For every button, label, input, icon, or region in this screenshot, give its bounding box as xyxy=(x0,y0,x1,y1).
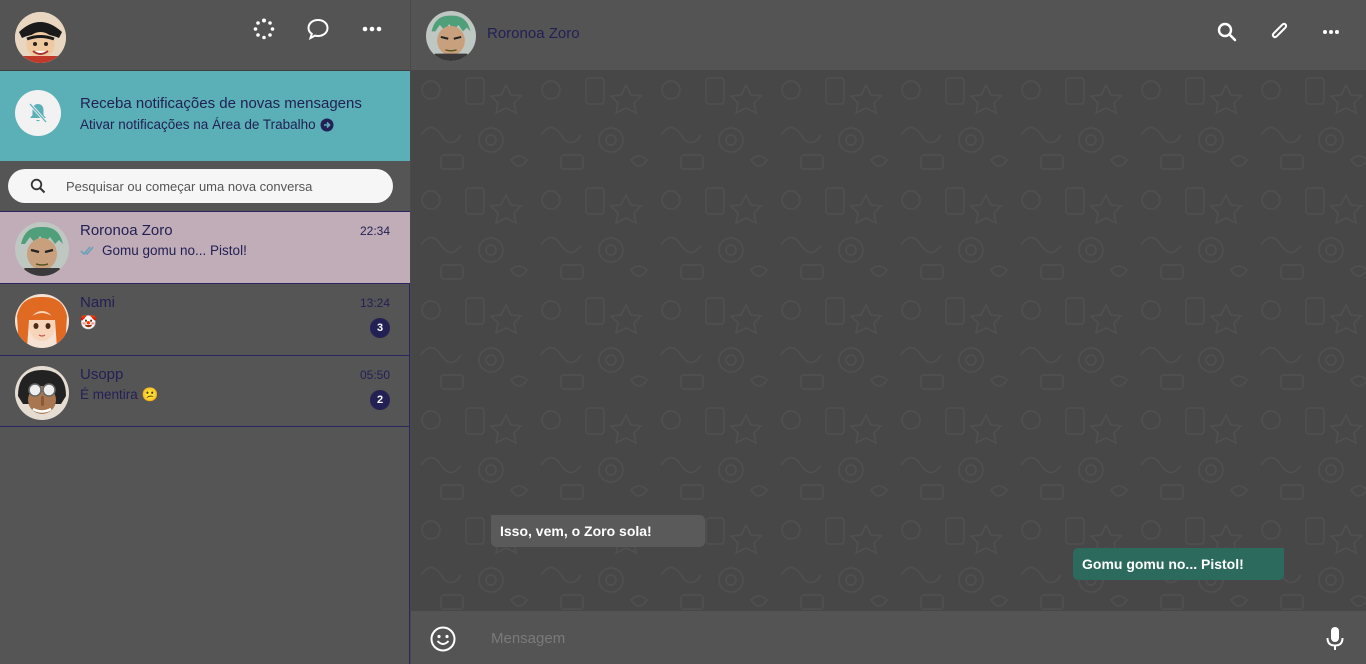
search-box[interactable] xyxy=(8,169,393,203)
chat-last-message: Gomu gomu no... Pistol! xyxy=(80,243,247,258)
mic-icon[interactable] xyxy=(1324,626,1346,652)
bell-off-icon xyxy=(15,90,61,136)
chat-last-message-text: Gomu gomu no... Pistol! xyxy=(102,243,247,258)
notification-link-label: Ativar notificações na Área de Trabalho xyxy=(80,117,316,132)
message-composer xyxy=(411,611,1366,664)
attach-icon[interactable] xyxy=(1264,17,1294,47)
search-input[interactable] xyxy=(66,169,376,203)
my-avatar[interactable] xyxy=(15,12,66,63)
arrow-right-circle-icon xyxy=(320,118,334,131)
incoming-message[interactable]: Isso, vem, o Zoro sola! xyxy=(491,515,705,547)
chat-name: Nami xyxy=(80,294,116,311)
search-icon[interactable] xyxy=(1212,17,1242,47)
chat-item-roronoa-zoro[interactable]: Roronoa Zoro 22:34 Gomu gomu no... Pisto… xyxy=(0,211,410,283)
chat-name: Usopp xyxy=(80,366,124,383)
chat-last-message: É mentira 😕 xyxy=(80,387,158,403)
conversation-header-actions xyxy=(1212,17,1346,47)
message-area[interactable]: Isso, vem, o Zoro sola! Gomu gomu no... … xyxy=(411,70,1366,611)
new-chat-icon[interactable] xyxy=(302,15,334,43)
outgoing-message[interactable]: Gomu gomu no... Pistol! xyxy=(1073,548,1284,580)
search-bar xyxy=(0,161,410,211)
chat-last-message-text: É mentira 😕 xyxy=(80,387,159,402)
chat-name: Roronoa Zoro xyxy=(80,222,173,239)
chat-last-message: 🤡 xyxy=(80,315,97,331)
avatar xyxy=(15,222,69,276)
whatsapp-app: Receba notificações de novas mensagens A… xyxy=(0,0,1366,664)
status-icon[interactable] xyxy=(248,15,280,43)
chat-time: 05:50 xyxy=(359,368,390,382)
contact-name[interactable]: Roronoa Zoro xyxy=(487,25,580,42)
avatar xyxy=(15,294,69,348)
menu-dots-icon[interactable] xyxy=(1316,17,1346,47)
chat-time: 13:24 xyxy=(359,296,390,310)
unread-badge: 3 xyxy=(370,318,390,338)
chat-time: 22:34 xyxy=(359,224,390,238)
chat-item-nami[interactable]: Nami 13:24 🤡 3 xyxy=(0,283,410,355)
notification-title: Receba notificações de novas mensagens xyxy=(80,95,362,112)
conversation-header: Roronoa Zoro xyxy=(411,0,1366,70)
unread-badge: 2 xyxy=(370,390,390,410)
message-input[interactable] xyxy=(481,619,1301,657)
sidebar: Receba notificações de novas mensagens A… xyxy=(0,0,410,664)
sidebar-header xyxy=(0,0,410,71)
avatar xyxy=(15,366,69,420)
enable-notifications-link[interactable]: Ativar notificações na Área de Trabalho xyxy=(80,117,334,132)
emoji-icon[interactable] xyxy=(429,625,457,653)
chat-list: Roronoa Zoro 22:34 Gomu gomu no... Pisto… xyxy=(0,211,410,427)
search-icon xyxy=(30,178,46,194)
menu-dots-icon[interactable] xyxy=(356,15,388,43)
conversation-panel: Roronoa Zoro Isso, vem, o Zoro sola! Gom… xyxy=(411,0,1366,664)
contact-avatar[interactable] xyxy=(426,11,476,61)
chat-last-message-text: 🤡 xyxy=(80,315,97,330)
notification-banner: Receba notificações de novas mensagens A… xyxy=(0,71,410,161)
sidebar-header-actions xyxy=(248,15,388,43)
double-check-icon xyxy=(80,246,94,256)
chat-item-usopp[interactable]: Usopp 05:50 É mentira 😕 2 xyxy=(0,355,410,427)
